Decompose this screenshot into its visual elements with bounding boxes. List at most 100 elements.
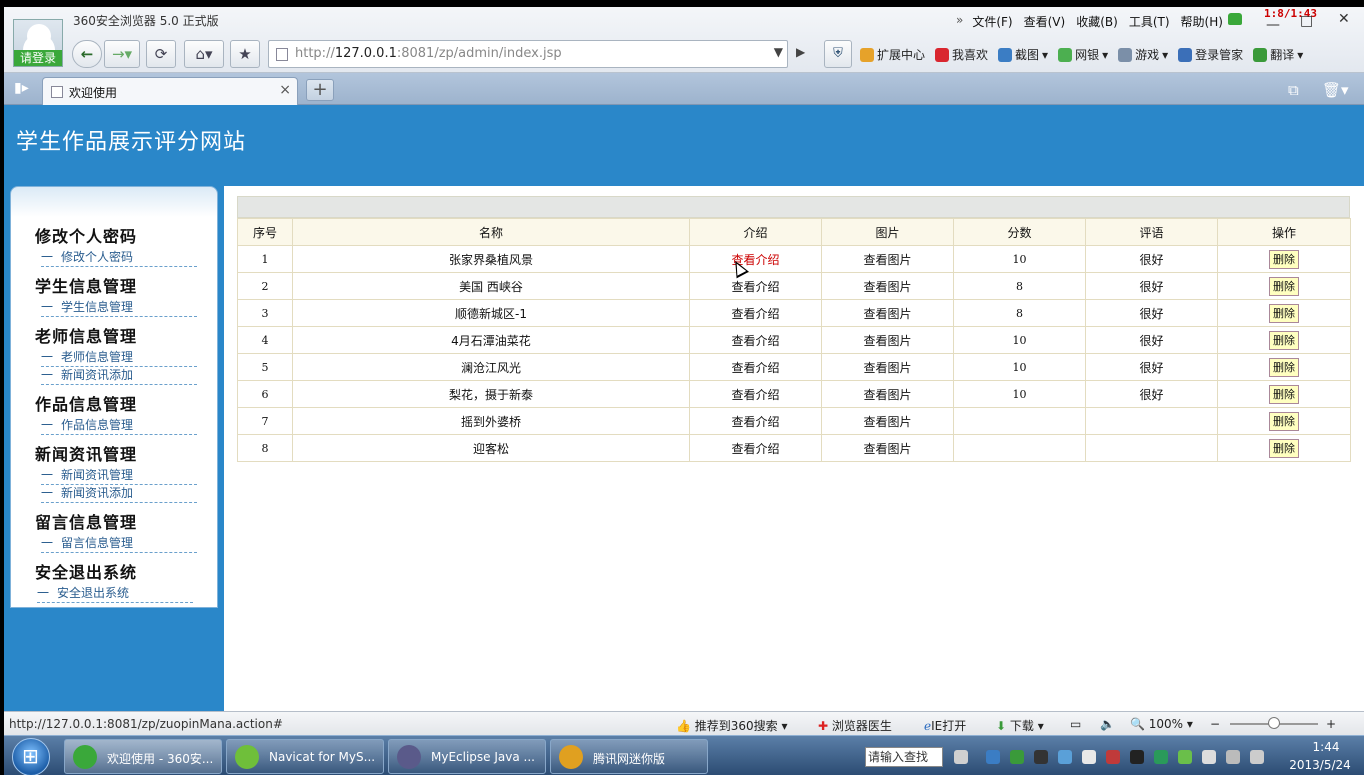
address-url[interactable]: http://127.0.0.1:8081/zp/admin/index.jsp bbox=[295, 46, 562, 61]
new-tab-button[interactable]: + bbox=[306, 79, 334, 101]
tray-search-icon[interactable] bbox=[1058, 750, 1072, 764]
view-intro-link[interactable]: 查看介绍 bbox=[731, 388, 779, 402]
tray-pen-icon[interactable] bbox=[1034, 750, 1048, 764]
forward-button[interactable]: →▾ bbox=[104, 40, 140, 68]
window-icon[interactable]: ▭ bbox=[1070, 717, 1081, 731]
chevron-down-icon[interactable]: ▼ bbox=[774, 45, 783, 59]
taskbar-date[interactable]: 2013/5/24 bbox=[1282, 758, 1358, 772]
chevron-down-icon[interactable]: ▾ bbox=[1042, 48, 1048, 62]
toolbar-item-screenshot[interactable]: 截图 ▾ bbox=[998, 46, 1048, 63]
menu-view[interactable]: 查看(V) bbox=[1024, 13, 1066, 30]
menu-help[interactable]: 帮助(H) bbox=[1181, 13, 1223, 30]
toolbar-item-game[interactable]: 游戏 ▾ bbox=[1118, 46, 1168, 63]
view-picture-link[interactable]: 查看图片 bbox=[863, 442, 911, 456]
ie-open-button[interactable]: ℯIE打开 bbox=[924, 717, 966, 734]
chevron-down-icon[interactable]: ▾ bbox=[1297, 48, 1303, 62]
view-intro-link[interactable]: 查看介绍 bbox=[731, 361, 779, 375]
tray-clipboard-icon[interactable] bbox=[1202, 750, 1216, 764]
home-button[interactable]: ⌂▾ bbox=[184, 40, 224, 68]
taskbar-app-button[interactable]: 腾讯网迷你版 bbox=[550, 739, 708, 774]
view-picture-link[interactable]: 查看图片 bbox=[863, 280, 911, 294]
nav-link[interactable]: 一作品信息管理 bbox=[41, 416, 197, 435]
back-button[interactable]: ← bbox=[72, 40, 102, 68]
view-intro-link[interactable]: 查看介绍 bbox=[731, 442, 779, 456]
close-window-button[interactable]: ✕ bbox=[1338, 11, 1350, 27]
nav-link[interactable]: 一安全退出系统 bbox=[37, 584, 193, 603]
toolbar-item-extension[interactable]: 扩展中心 bbox=[860, 46, 925, 63]
toolbar-item-key[interactable]: 登录管家 bbox=[1178, 46, 1243, 63]
keyboard-icon[interactable] bbox=[954, 750, 968, 764]
go-icon[interactable]: ▶ bbox=[796, 45, 805, 59]
tray-tool-icon[interactable] bbox=[1082, 750, 1096, 764]
zoom-slider-handle[interactable] bbox=[1268, 717, 1280, 729]
recommend-search-button[interactable]: 👍 推荐到360搜索 ▾ bbox=[676, 717, 788, 734]
delete-button[interactable]: 删除 bbox=[1269, 303, 1299, 323]
trash-icon[interactable]: 🗑▾ bbox=[1322, 81, 1349, 99]
nav-link[interactable]: 一修改个人密码 bbox=[41, 248, 197, 267]
favorite-button[interactable]: ★ bbox=[230, 40, 260, 68]
tray-umbrella-icon[interactable] bbox=[1154, 750, 1168, 764]
menu-file[interactable]: 文件(F) bbox=[972, 13, 1012, 30]
view-picture-link[interactable]: 查看图片 bbox=[863, 253, 911, 267]
tab-welcome[interactable]: 欢迎使用 × bbox=[42, 77, 298, 105]
view-intro-link[interactable]: 查看介绍 bbox=[731, 415, 779, 429]
taskbar-app-button[interactable]: Navicat for MyS... bbox=[226, 739, 384, 774]
tray-signal-icon[interactable] bbox=[1106, 750, 1120, 764]
delete-button[interactable]: 删除 bbox=[1269, 411, 1299, 431]
taskbar-app-button[interactable]: MyEclipse Java ... bbox=[388, 739, 546, 774]
zoom-out-button[interactable]: − bbox=[1210, 717, 1220, 731]
sidebar-toggle-icon[interactable]: ▮▸ bbox=[14, 80, 29, 96]
security-shield-icon[interactable]: ⛨ bbox=[824, 40, 852, 68]
download-button[interactable]: ⬇ 下载 ▾ bbox=[996, 717, 1044, 734]
nav-link[interactable]: 一新闻资讯添加 bbox=[41, 366, 197, 385]
minimize-button[interactable]: — bbox=[1266, 17, 1280, 33]
delete-button[interactable]: 删除 bbox=[1269, 249, 1299, 269]
start-button[interactable] bbox=[12, 738, 50, 775]
maximize-button[interactable]: □ bbox=[1300, 13, 1313, 29]
menu-favorites[interactable]: 收藏(B) bbox=[1076, 13, 1118, 30]
login-button[interactable]: 请登录 bbox=[14, 50, 62, 66]
view-intro-link[interactable]: 查看介绍 bbox=[731, 307, 779, 321]
volume-icon[interactable]: 🔈 bbox=[1100, 717, 1115, 731]
nav-link[interactable]: 一留言信息管理 bbox=[41, 534, 197, 553]
chevron-down-icon[interactable]: ▾ bbox=[1102, 48, 1108, 62]
delete-button[interactable]: 删除 bbox=[1269, 438, 1299, 458]
view-picture-link[interactable]: 查看图片 bbox=[863, 334, 911, 348]
tray-check-icon[interactable] bbox=[1178, 750, 1192, 764]
toolbar-item-heart[interactable]: 我喜欢 bbox=[935, 46, 988, 63]
taskbar-search-input[interactable]: 请输入查找 bbox=[865, 747, 943, 767]
nav-link[interactable]: 一新闻资讯添加 bbox=[41, 484, 197, 503]
skin-icon[interactable] bbox=[1228, 13, 1242, 25]
nav-link[interactable]: 一新闻资讯管理 bbox=[41, 466, 197, 485]
zoom-button[interactable]: 🔍 100% ▾ bbox=[1130, 717, 1193, 731]
view-intro-link[interactable]: 查看介绍 bbox=[731, 334, 779, 348]
speaker-icon[interactable] bbox=[1250, 750, 1264, 764]
nav-link[interactable]: 一老师信息管理 bbox=[41, 348, 197, 367]
refresh-button[interactable]: ⟳ bbox=[146, 40, 176, 68]
user-avatar[interactable]: 请登录 bbox=[13, 19, 63, 67]
qq-icon[interactable] bbox=[1130, 750, 1144, 764]
delete-button[interactable]: 删除 bbox=[1269, 330, 1299, 350]
nav-link[interactable]: 一学生信息管理 bbox=[41, 298, 197, 317]
delete-button[interactable]: 删除 bbox=[1269, 384, 1299, 404]
taskbar-app-button[interactable]: 欢迎使用 - 360安... bbox=[64, 739, 222, 774]
network-icon[interactable] bbox=[1226, 750, 1240, 764]
view-picture-link[interactable]: 查看图片 bbox=[863, 361, 911, 375]
view-picture-link[interactable]: 查看图片 bbox=[863, 388, 911, 402]
browser-doctor-button[interactable]: ✚ 浏览器医生 bbox=[818, 717, 892, 734]
delete-button[interactable]: 删除 bbox=[1269, 357, 1299, 377]
menu-overflow-icon[interactable]: » bbox=[956, 13, 963, 30]
menu-tools[interactable]: 工具(T) bbox=[1129, 13, 1170, 30]
tray-app-icon[interactable] bbox=[986, 750, 1000, 764]
view-picture-link[interactable]: 查看图片 bbox=[863, 415, 911, 429]
toolbar-item-bank[interactable]: 网银 ▾ bbox=[1058, 46, 1108, 63]
close-tab-icon[interactable]: × bbox=[279, 82, 291, 98]
tray-security-icon[interactable] bbox=[1010, 750, 1024, 764]
toolbar-item-translate[interactable]: 翻译 ▾ bbox=[1253, 46, 1303, 63]
address-bar[interactable]: http://127.0.0.1:8081/zp/admin/index.jsp… bbox=[268, 40, 788, 68]
view-intro-link[interactable]: 查看介绍 bbox=[731, 280, 779, 294]
taskbar-time[interactable]: 1:44 bbox=[1294, 740, 1358, 754]
delete-button[interactable]: 删除 bbox=[1269, 276, 1299, 296]
zoom-in-button[interactable]: + bbox=[1326, 717, 1336, 731]
restore-tabs-icon[interactable]: ⧉ bbox=[1288, 81, 1299, 99]
